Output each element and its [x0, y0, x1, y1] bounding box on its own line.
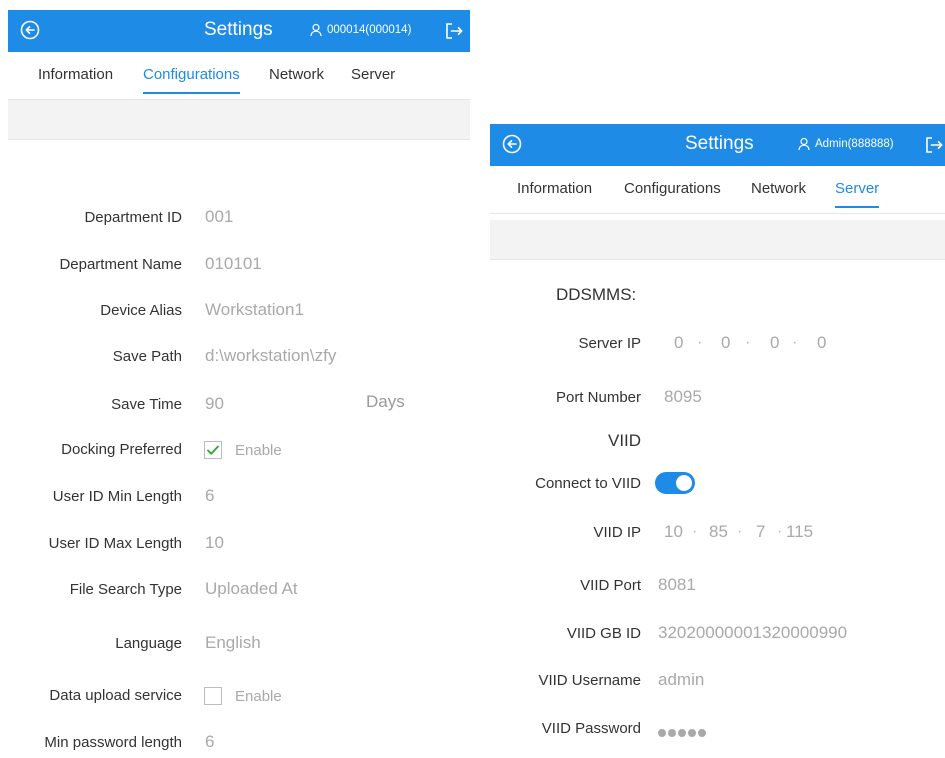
tab-network[interactable]: Network	[751, 180, 806, 197]
user-id-max-field[interactable]: 10	[205, 533, 224, 553]
configurations-panel: Settings 000014(000014) Information Conf…	[8, 0, 470, 758]
page-title: Settings	[204, 19, 273, 40]
save-time-label: Save Time	[111, 396, 182, 413]
tab-server[interactable]: Server	[351, 66, 395, 83]
checkmark-icon	[207, 445, 219, 455]
connect-viid-label: Connect to VIID	[535, 475, 641, 492]
save-path-field[interactable]: d:\workstation\zfy	[205, 346, 336, 366]
language-label: Language	[115, 635, 182, 652]
logout-icon[interactable]	[924, 135, 944, 155]
server-panel: Settings Admin(888888) Information Confi…	[490, 124, 945, 758]
password-mask-dot	[678, 729, 686, 737]
save-time-unit: Days	[366, 392, 405, 411]
port-number-field[interactable]: 8095	[664, 387, 702, 407]
tab-bar: Information Configurations Network Serve…	[8, 52, 470, 100]
section-band	[8, 100, 470, 140]
docking-preferred-checkbox[interactable]	[204, 441, 222, 459]
viid-ip-octet-2: 85	[709, 522, 728, 541]
department-name-label: Department Name	[59, 256, 182, 273]
department-id-field[interactable]: 001	[205, 207, 233, 227]
department-name-field[interactable]: 010101	[205, 254, 262, 274]
viid-ip-field[interactable]: 10 · 85 · 7 · 115	[664, 522, 844, 544]
viid-ip-octet-1: 10	[664, 522, 683, 541]
user-icon	[798, 137, 810, 151]
password-mask-dot	[698, 729, 706, 737]
server-ip-octet-1: 0	[674, 333, 684, 352]
user-account[interactable]: Admin(888888)	[798, 137, 894, 151]
viid-username-field[interactable]: admin	[658, 670, 704, 690]
data-upload-checkbox[interactable]	[204, 687, 222, 705]
user-account[interactable]: 000014(000014)	[310, 23, 411, 37]
server-ip-field[interactable]: 0 · 0 · 0 · 0	[674, 333, 834, 355]
min-password-label: Min password length	[44, 734, 182, 751]
viid-username-label: VIID Username	[538, 672, 641, 689]
viid-ip-octet-4: 115	[786, 522, 814, 541]
logout-icon[interactable]	[444, 21, 464, 41]
back-circle-icon[interactable]	[502, 134, 522, 154]
viid-port-label: VIID Port	[580, 577, 641, 594]
save-time-field[interactable]: 90	[205, 394, 224, 414]
tab-server[interactable]: Server	[835, 180, 880, 208]
port-number-label: Port Number	[555, 389, 641, 406]
viid-password-field[interactable]	[658, 724, 708, 742]
docking-preferred-label: Docking Preferred	[61, 441, 182, 458]
min-password-field[interactable]: 6	[205, 732, 214, 752]
server-ip-octet-2: 0	[721, 333, 731, 352]
user-id-max-label: User ID Max Length	[48, 535, 182, 552]
department-id-label: Department ID	[84, 209, 182, 226]
docking-preferred-option: Enable	[235, 442, 282, 459]
password-mask-dot	[658, 729, 666, 737]
server-ip-label: Server IP	[578, 335, 641, 352]
viid-ip-octet-3: 7	[756, 522, 766, 541]
tab-configurations[interactable]: Configurations	[143, 66, 240, 94]
user-id-min-field[interactable]: 6	[205, 486, 214, 506]
user-id: Admin(888888)	[815, 138, 894, 150]
page-title: Settings	[685, 133, 754, 154]
server-ip-octet-4: 0	[817, 333, 827, 352]
tab-network[interactable]: Network	[269, 66, 324, 83]
ddsmms-heading: DDSMMS:	[556, 285, 637, 304]
viid-password-label: VIID Password	[541, 720, 641, 737]
device-alias-label: Device Alias	[100, 302, 182, 319]
tab-configurations[interactable]: Configurations	[624, 180, 721, 197]
section-band	[490, 220, 945, 260]
language-select[interactable]: English	[205, 633, 261, 653]
viid-gb-id-label: VIID GB ID	[566, 625, 641, 642]
tab-information[interactable]: Information	[517, 180, 592, 197]
data-upload-option: Enable	[235, 688, 282, 705]
server-ip-octet-3: 0	[770, 333, 780, 352]
save-path-label: Save Path	[112, 348, 182, 365]
viid-port-field[interactable]: 8081	[658, 575, 696, 595]
file-search-type-label: File Search Type	[69, 581, 182, 598]
password-mask-dot	[668, 729, 676, 737]
connect-viid-toggle[interactable]	[655, 472, 695, 494]
tab-information[interactable]: Information	[38, 66, 113, 83]
viid-heading: VIID	[608, 431, 642, 450]
title-bar: Settings 000014(000014)	[8, 10, 470, 52]
user-icon	[310, 23, 322, 37]
data-upload-label: Data upload service	[49, 687, 182, 704]
file-search-type-select[interactable]: Uploaded At	[205, 579, 298, 599]
back-circle-icon[interactable]	[20, 20, 40, 40]
device-alias-field[interactable]: Workstation1	[205, 300, 304, 320]
viid-gb-id-field[interactable]: 32020000001320000990	[658, 623, 847, 643]
toggle-knob	[676, 475, 692, 491]
password-mask-dot	[688, 729, 696, 737]
user-id: 000014(000014)	[327, 24, 412, 36]
viid-ip-label: VIID IP	[593, 524, 641, 541]
tab-bar: Information Configurations Network Serve…	[490, 166, 945, 214]
title-bar: Settings Admin(888888)	[490, 124, 945, 166]
user-id-min-label: User ID Min Length	[52, 488, 182, 505]
